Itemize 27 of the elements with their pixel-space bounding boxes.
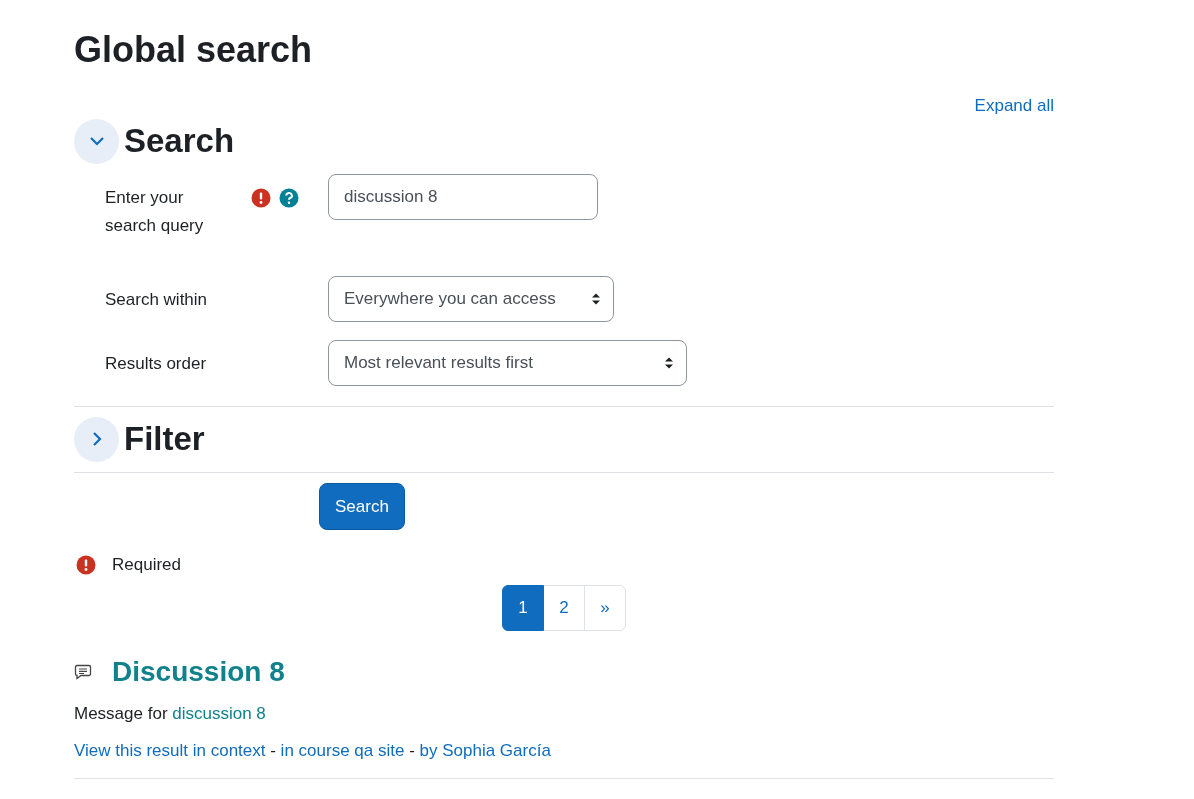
result-message-link[interactable]: discussion 8 bbox=[172, 703, 266, 723]
result-context-link[interactable]: in course qa site bbox=[280, 741, 405, 761]
dropdown-select[interactable]: Everywhere you can access bbox=[328, 275, 614, 322]
help-icon[interactable] bbox=[279, 187, 299, 208]
result-title-link[interactable]: Discussion 8 bbox=[112, 650, 285, 693]
field-label: Results order bbox=[105, 352, 208, 375]
page-link[interactable]: » bbox=[584, 584, 626, 631]
result-message: Message for discussion 8 bbox=[74, 702, 267, 725]
expand-all-link[interactable]: Expand all bbox=[974, 93, 1054, 119]
expand-toggle-button[interactable] bbox=[74, 416, 119, 462]
comment-icon bbox=[74, 662, 92, 681]
field-label: Search within bbox=[105, 288, 209, 311]
search-button[interactable]: Search bbox=[319, 482, 405, 531]
search-query-field[interactable]: discussion 8 bbox=[328, 173, 598, 220]
required-note: Required bbox=[112, 554, 181, 577]
section-heading: Filter bbox=[124, 419, 205, 459]
result-context-link[interactable]: by Sophia García bbox=[419, 741, 551, 761]
result-context-line: View this result in context - in course qa site - by Sophia García bbox=[74, 740, 552, 763]
page-title: Global search bbox=[74, 28, 314, 72]
page-link[interactable]: 1 bbox=[502, 584, 544, 631]
field-label: Enter your search query bbox=[105, 186, 205, 237]
section-heading: Search bbox=[124, 121, 235, 161]
dropdown-select[interactable]: Most relevant results first bbox=[328, 339, 687, 386]
required-icon bbox=[76, 554, 96, 575]
result-context-link[interactable]: View this result in context bbox=[74, 741, 266, 761]
page-link[interactable]: 2 bbox=[543, 584, 585, 631]
expand-toggle-button[interactable] bbox=[74, 118, 119, 164]
